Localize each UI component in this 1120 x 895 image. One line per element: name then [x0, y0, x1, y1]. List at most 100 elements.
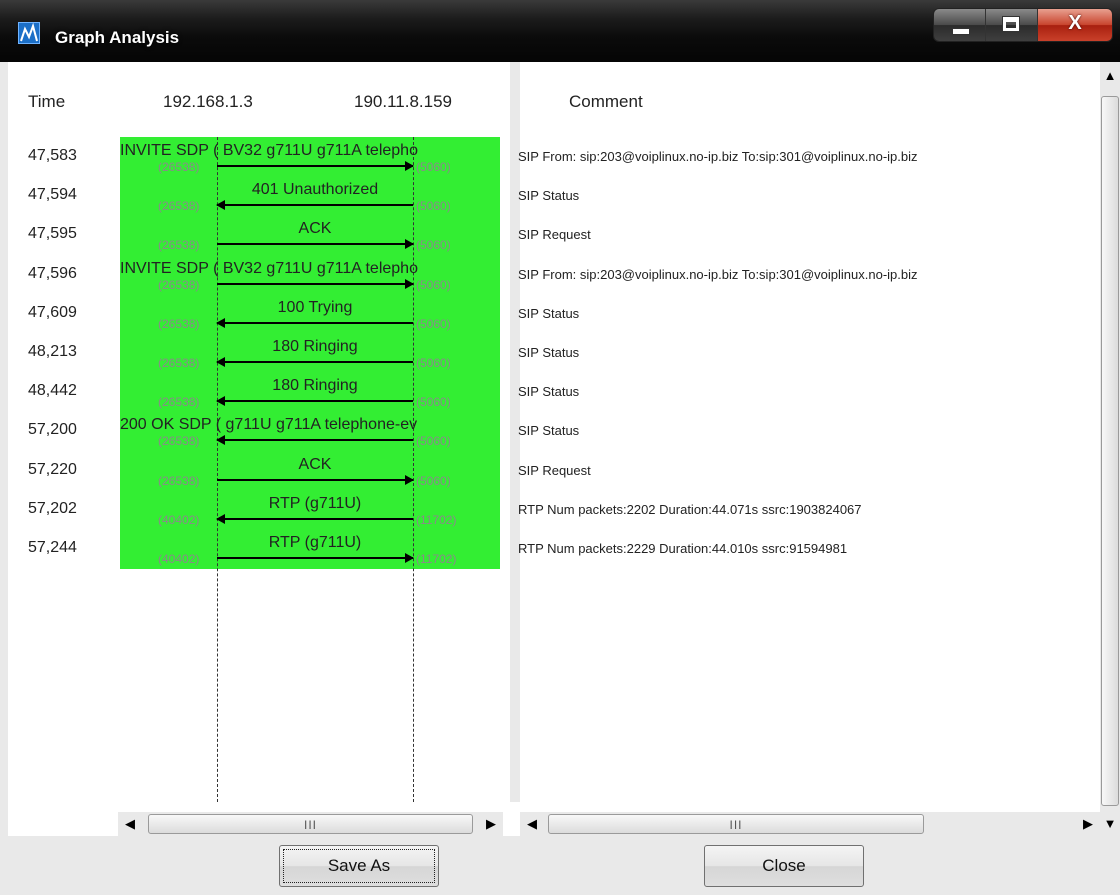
arrowhead — [405, 161, 414, 171]
message-label[interactable]: ACK — [217, 456, 413, 474]
vertical-scroll-thumb[interactable] — [1101, 96, 1119, 806]
row-time: 57,220 — [28, 460, 77, 478]
port-b: (5060) — [416, 395, 451, 410]
port-a: (40402) — [158, 512, 200, 527]
arrow-left — [216, 513, 413, 524]
arrowhead — [216, 435, 225, 446]
message-label[interactable]: RTP (g711U) — [217, 534, 413, 552]
arrow-left — [216, 200, 413, 211]
port-b: (5060) — [416, 356, 451, 370]
title-bar[interactable]: Graph Analysis X — [0, 0, 1120, 62]
button-bar: Save As Close — [8, 836, 1120, 895]
scroll-right-arrow-icon[interactable]: ▶ — [1076, 812, 1100, 836]
comment-scroll-thumb[interactable]: III — [548, 814, 924, 834]
graph-scroll-thumb[interactable]: III — [148, 814, 473, 834]
port-b: (11702) — [416, 552, 457, 566]
message-label[interactable]: 401 Unauthorized — [217, 181, 413, 199]
comment-column-header: Comment — [569, 92, 643, 111]
port-a: (40402) — [158, 552, 200, 566]
port-b: (5060) — [416, 316, 451, 331]
message-label[interactable]: ACK — [217, 220, 413, 238]
port-a: (26538) — [158, 316, 200, 331]
arrowhead — [216, 513, 225, 524]
row-comment: SIP Request — [518, 227, 591, 243]
maximize-button[interactable] — [986, 9, 1038, 41]
graph-analysis-window: Graph Analysis X Time 192.168.1.3 190.11… — [0, 0, 1120, 895]
row-time: 57,244 — [28, 539, 77, 556]
port-b: (11702) — [416, 512, 457, 527]
row-comment: SIP From: sip:203@voiplinux.no-ip.biz To… — [518, 149, 918, 164]
arrow-right — [217, 278, 414, 289]
arrowhead — [216, 200, 225, 211]
port-b: (5060) — [416, 277, 451, 292]
focus-ring — [283, 849, 435, 883]
port-a: (26538) — [158, 395, 200, 410]
message-label[interactable]: INVITE SDP ( BV32 g711U g711A telepho — [120, 142, 418, 160]
port-a: (26538) — [158, 434, 200, 449]
row-comment: RTP Num packets:2229 Duration:44.010s ss… — [518, 541, 848, 556]
comment-horizontal-scrollbar[interactable]: ◀ III ▶ — [520, 812, 1100, 836]
arrowhead — [216, 317, 225, 328]
arrow-right — [217, 474, 414, 485]
row-time: 48,213 — [28, 343, 77, 360]
graph-horizontal-scrollbar[interactable]: ◀ III ▶ — [118, 812, 503, 836]
close-button[interactable]: Close — [704, 845, 864, 887]
arrow-left — [216, 317, 413, 328]
port-b: (5060) — [416, 434, 451, 449]
scroll-left-arrow-icon[interactable]: ◀ — [520, 812, 544, 836]
host-a-header: 192.168.1.3 — [163, 92, 253, 111]
graph-analysis-icon — [18, 22, 40, 44]
row-time: 57,202 — [28, 499, 77, 517]
scroll-up-arrow-icon[interactable]: ▲ — [1098, 64, 1120, 88]
row-comment: SIP Status — [518, 188, 580, 204]
arrowhead — [216, 396, 225, 407]
row-comment: SIP From: sip:203@voiplinux.no-ip.biz To… — [518, 266, 918, 282]
close-window-button[interactable]: X — [1038, 9, 1112, 41]
window-title: Graph Analysis — [55, 28, 180, 47]
minimize-button[interactable] — [934, 9, 986, 41]
arrowhead — [405, 553, 414, 563]
message-label[interactable]: INVITE SDP ( BV32 g711U g711A telepho — [120, 260, 418, 278]
row-comment: RTP Num packets:2202 Duration:44.071s ss… — [518, 501, 862, 517]
message-label[interactable]: 100 Trying — [217, 299, 413, 317]
message-label[interactable]: 180 Ringing — [217, 377, 413, 395]
row-time: 47,583 — [28, 147, 77, 164]
arrowhead — [216, 357, 225, 367]
host-b-header: 190.11.8.159 — [354, 92, 452, 111]
scroll-left-arrow-icon[interactable]: ◀ — [118, 812, 142, 836]
arrow-left — [216, 396, 413, 407]
row-time: 47,609 — [28, 303, 77, 321]
maximize-icon — [1002, 16, 1020, 32]
window-controls: X — [933, 8, 1113, 42]
scroll-right-arrow-icon[interactable]: ▶ — [479, 812, 503, 836]
message-label[interactable]: 180 Ringing — [217, 338, 413, 356]
row-time: 47,594 — [28, 186, 77, 204]
message-label[interactable]: RTP (g711U) — [217, 495, 413, 513]
row-time: 47,595 — [28, 225, 77, 243]
scroll-down-arrow-icon[interactable]: ▼ — [1098, 812, 1120, 836]
save-as-button[interactable]: Save As — [279, 845, 439, 887]
row-time: 48,442 — [28, 382, 77, 400]
port-a: (26538) — [158, 356, 200, 370]
port-a: (26538) — [158, 199, 200, 214]
port-a: (26538) — [158, 160, 200, 174]
row-comment: SIP Status — [518, 384, 580, 400]
lifeline-host-b — [413, 137, 414, 802]
row-comment: SIP Status — [518, 423, 580, 439]
arrow-right — [217, 239, 414, 250]
message-label[interactable]: 200 OK SDP ( g711U g711A telephone-ev — [120, 416, 417, 434]
arrow-left — [216, 357, 413, 367]
arrowhead — [405, 239, 414, 250]
row-comment: SIP Request — [518, 462, 591, 478]
port-b: (5060) — [416, 199, 451, 214]
row-time: 57,200 — [28, 421, 77, 439]
port-a: (26538) — [158, 238, 200, 253]
close-icon: X — [1068, 12, 1082, 34]
arrow-right — [217, 553, 414, 563]
port-a: (26538) — [158, 277, 200, 292]
time-column-header: Time — [28, 92, 66, 111]
port-b: (5060) — [416, 238, 451, 253]
minimize-icon — [952, 28, 970, 35]
arrowhead — [405, 474, 414, 485]
vertical-scrollbar[interactable]: ▲ ▼ — [1100, 62, 1120, 836]
